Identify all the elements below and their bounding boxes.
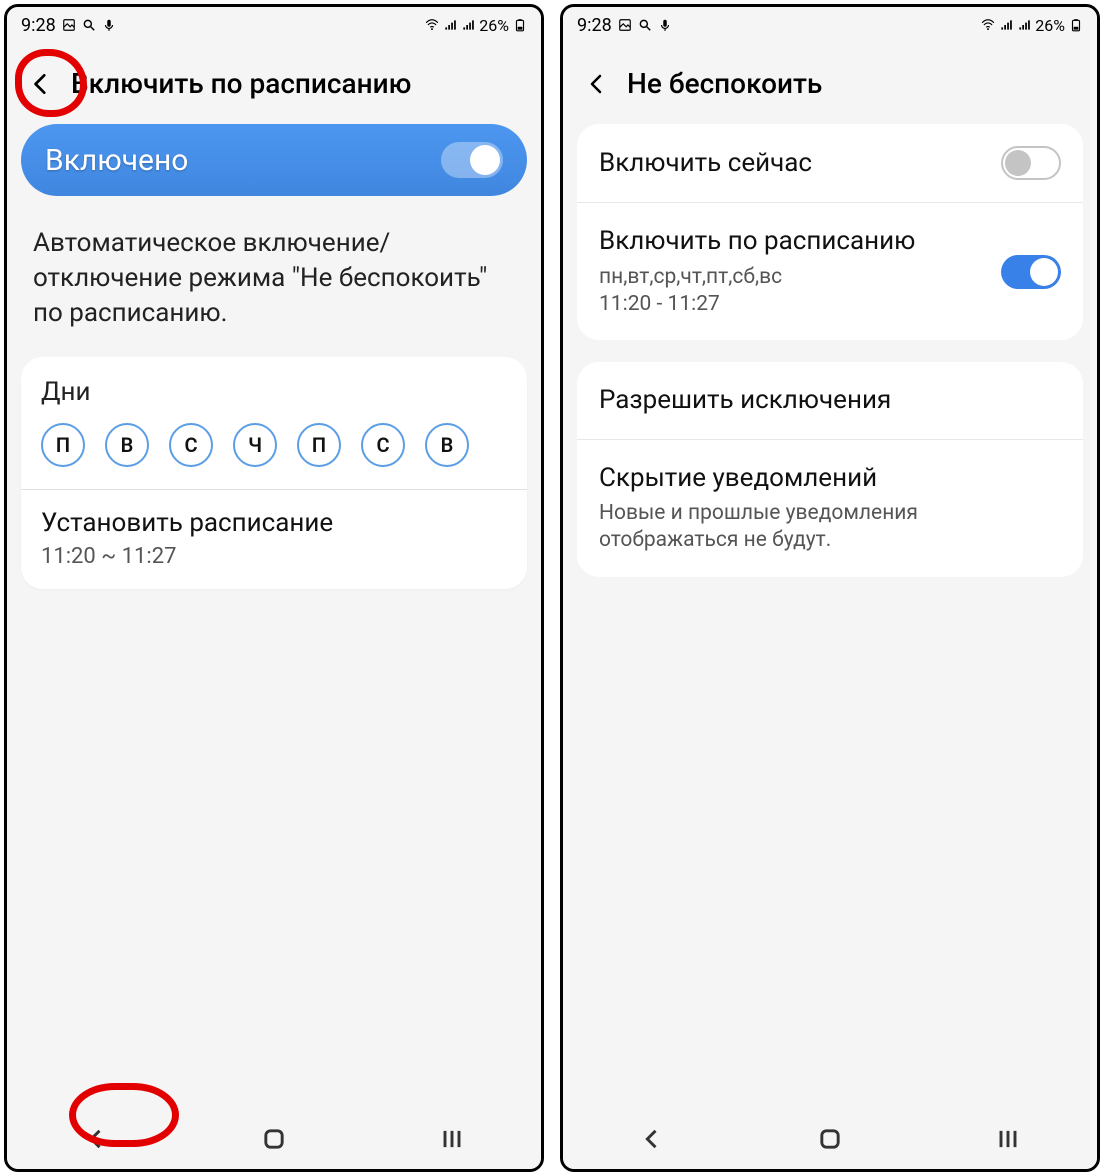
signal1-icon (443, 18, 457, 32)
statusbar-battery-pct: 26% (479, 16, 509, 35)
back-button[interactable] (25, 68, 57, 100)
search-icon (638, 18, 652, 32)
chevron-left-icon (638, 1125, 666, 1153)
battery-icon (513, 18, 527, 32)
set-schedule-value: 11:20 ~ 11:27 (41, 544, 507, 569)
header: Не беспокоить (563, 43, 1097, 118)
enable-schedule-switch[interactable] (1001, 255, 1061, 289)
nav-recents-button[interactable] (432, 1119, 472, 1159)
row-sub-days: пн,вт,ср,чт,пт,сб,вс (599, 264, 985, 291)
row-title: Включить по расписанию (599, 225, 985, 258)
row-sub: Новые и прошлые уведомления отображаться… (599, 500, 1061, 555)
content-right: Включить сейчас Включить по расписанию п… (563, 118, 1097, 1109)
row-title: Скрытие уведомлений (599, 462, 1061, 495)
recents-icon (994, 1125, 1022, 1153)
signal2-icon (461, 18, 475, 32)
set-schedule-row[interactable]: Установить расписание 11:20 ~ 11:27 (41, 508, 507, 569)
row-title: Разрешить исключения (599, 384, 1061, 417)
navbar (563, 1109, 1097, 1169)
row-sub-time: 11:20 - 11:27 (599, 291, 985, 318)
signal1-icon (999, 18, 1013, 32)
day-chip[interactable]: С (169, 423, 213, 467)
description-text: Автоматическое включение/отключение режи… (21, 196, 527, 357)
page-title: Включить по расписанию (71, 67, 411, 100)
divider (21, 489, 527, 490)
statusbar-battery-pct: 26% (1035, 16, 1065, 35)
back-button[interactable] (581, 68, 613, 100)
day-chip[interactable]: В (425, 423, 469, 467)
master-toggle-switch[interactable] (441, 142, 503, 178)
schedule-card: Дни П В С Ч П С В Установить расписание … (21, 357, 527, 589)
page-title: Не беспокоить (627, 67, 822, 100)
nav-recents-button[interactable] (988, 1119, 1028, 1159)
statusbar: 9:28 26% (7, 7, 541, 43)
square-icon (816, 1125, 844, 1153)
mic-icon (102, 18, 116, 32)
navbar (7, 1109, 541, 1169)
image-icon (618, 18, 632, 32)
signal2-icon (1017, 18, 1031, 32)
image-icon (62, 18, 76, 32)
statusbar-time: 9:28 (21, 15, 56, 36)
day-chip[interactable]: В (105, 423, 149, 467)
search-icon (82, 18, 96, 32)
nav-home-button[interactable] (254, 1119, 294, 1159)
statusbar: 9:28 26% (563, 7, 1097, 43)
statusbar-time: 9:28 (577, 15, 612, 36)
day-chip[interactable]: С (361, 423, 405, 467)
day-chip[interactable]: П (41, 423, 85, 467)
enable-now-switch[interactable] (1001, 146, 1061, 180)
day-chip[interactable]: Ч (233, 423, 277, 467)
square-icon (260, 1125, 288, 1153)
phone-left: 9:28 26% Включить по расписанию Включено… (4, 4, 544, 1172)
wifi-icon (425, 18, 439, 32)
recents-icon (438, 1125, 466, 1153)
battery-icon (1069, 18, 1083, 32)
row-allow-exceptions[interactable]: Разрешить исключения (577, 362, 1083, 439)
header: Включить по расписанию (7, 43, 541, 118)
list-card-primary: Включить сейчас Включить по расписанию п… (577, 124, 1083, 340)
list-card-secondary: Разрешить исключения Скрытие уведомлений… (577, 362, 1083, 577)
day-chip[interactable]: П (297, 423, 341, 467)
nav-home-button[interactable] (810, 1119, 850, 1159)
row-enable-now[interactable]: Включить сейчас (577, 124, 1083, 202)
chevron-left-icon (585, 72, 609, 96)
days-label: Дни (41, 377, 507, 407)
set-schedule-title: Установить расписание (41, 508, 507, 538)
days-row: П В С Ч П С В (41, 423, 507, 467)
chevron-left-icon (82, 1125, 110, 1153)
master-toggle-row[interactable]: Включено (21, 124, 527, 196)
nav-back-button[interactable] (632, 1119, 672, 1159)
nav-back-button[interactable] (76, 1119, 116, 1159)
row-hide-notifications[interactable]: Скрытие уведомлений Новые и прошлые увед… (577, 439, 1083, 577)
mic-icon (658, 18, 672, 32)
content-left: Включено Автоматическое включение/отключ… (7, 118, 541, 1109)
wifi-icon (981, 18, 995, 32)
master-toggle-label: Включено (45, 143, 188, 178)
row-title: Включить сейчас (599, 147, 985, 180)
chevron-left-icon (28, 71, 54, 97)
row-enable-schedule[interactable]: Включить по расписанию пн,вт,ср,чт,пт,сб… (577, 202, 1083, 340)
phone-right: 9:28 26% Не беспокоить Включить сейчас (560, 4, 1100, 1172)
